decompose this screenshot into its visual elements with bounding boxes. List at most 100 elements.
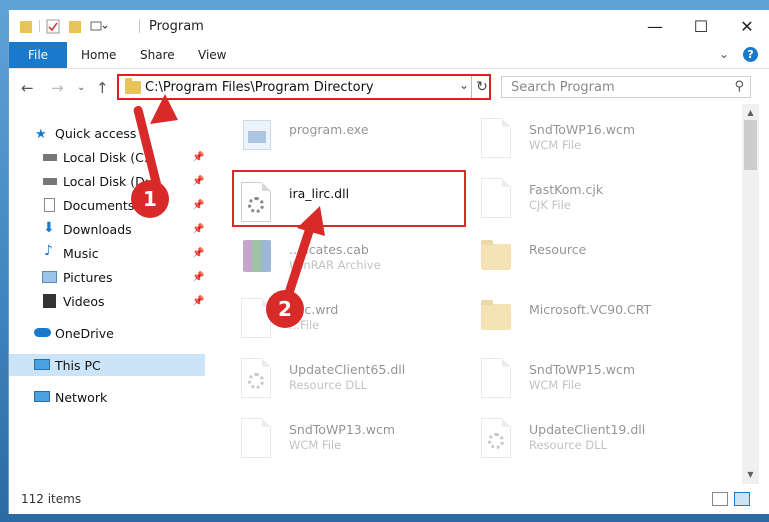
customize-icon[interactable] <box>90 18 108 34</box>
new-folder-icon[interactable] <box>68 18 82 34</box>
quick-access-toolbar <box>19 18 108 34</box>
address-path: C:\Program Files\Program Directory <box>145 80 374 95</box>
folder-icon <box>125 78 141 94</box>
pin-icon[interactable]: 📌 <box>192 176 204 187</box>
nav-label: Pictures <box>63 269 113 285</box>
nav-label: OneDrive <box>55 325 114 341</box>
file-tile[interactable]: SndToWP15.wcm WCM File <box>479 356 719 410</box>
file-name: SndToWP13.wcm <box>289 422 395 437</box>
file-tile[interactable]: UpdateClient19.dll Resource DLL <box>479 416 719 470</box>
file-type: Resource DLL <box>529 438 608 452</box>
properties-icon[interactable] <box>46 18 60 34</box>
file-tile[interactable]: SndToWP16.wcm WCM File <box>479 116 719 170</box>
folder-icon <box>479 296 513 340</box>
search-icon[interactable]: ⚲ <box>734 79 744 94</box>
computer-icon <box>34 359 50 370</box>
nav-downloads[interactable]: ⬇ Downloads 📌 <box>9 218 205 240</box>
rar-icon <box>239 236 273 280</box>
forward-icon[interactable]: → <box>51 79 64 97</box>
dll-icon <box>239 356 273 400</box>
nav-label: Network <box>55 389 108 405</box>
nav-network[interactable]: Network <box>9 386 205 408</box>
nav-local-disk-c[interactable]: Local Disk (C:) 📌 <box>9 146 205 168</box>
file-name: Resource <box>529 242 587 257</box>
file-tile[interactable]: Microsoft.VC90.CRT <box>479 296 719 350</box>
title-separator <box>139 19 140 33</box>
pin-icon[interactable]: 📌 <box>192 296 204 307</box>
vertical-scrollbar[interactable]: ▲ ▼ <box>742 104 759 484</box>
file-tile[interactable]: FastKom.cjk CJK File <box>479 176 719 230</box>
scroll-up-icon[interactable]: ▲ <box>742 106 759 120</box>
large-icons-view-icon[interactable] <box>734 492 750 506</box>
star-icon: ★ <box>35 126 47 142</box>
item-count: 112 items <box>21 492 82 506</box>
highlight-box <box>232 170 466 227</box>
search-placeholder: Search Program <box>511 80 615 95</box>
drive-icon <box>43 154 57 161</box>
recent-locations-icon[interactable]: ⌄ <box>77 82 85 93</box>
file-icon <box>479 176 513 220</box>
file-type: WCM File <box>289 438 342 452</box>
folder-icon <box>479 236 513 280</box>
ribbon: File Home Share View ⌄ ? <box>9 42 769 68</box>
file-type: CJK File <box>529 198 571 212</box>
file-type: WinRAR Archive <box>289 258 381 272</box>
file-tile[interactable]: ...ficates.cab WinRAR Archive <box>239 236 479 290</box>
pin-icon[interactable]: 📌 <box>192 152 204 163</box>
nav-label: Documents <box>63 197 135 213</box>
file-icon <box>479 116 513 160</box>
nav-label: This PC <box>55 357 101 373</box>
downloads-icon: ⬇ <box>43 220 55 236</box>
nav-documents[interactable]: Documents 📌 <box>9 194 205 216</box>
file-tile[interactable]: Resource <box>479 236 719 290</box>
chevron-down-icon[interactable]: ⌄ <box>459 78 469 92</box>
tab-view[interactable]: View <box>198 48 226 62</box>
file-icon <box>239 416 273 460</box>
file-tile[interactable]: UpdateClient65.dll Resource DLL <box>239 356 479 410</box>
scroll-thumb[interactable] <box>744 120 757 170</box>
file-name: SndToWP15.wcm <box>529 362 635 377</box>
help-icon[interactable]: ? <box>743 47 758 62</box>
search-input[interactable]: Search Program ⚲ <box>501 76 751 98</box>
file-name: SndToWP16.wcm <box>529 122 635 137</box>
file-tile[interactable]: SndToWP13.wcm WCM File <box>239 416 479 470</box>
expand-ribbon-icon[interactable]: ⌄ <box>719 47 729 61</box>
nav-onedrive[interactable]: OneDrive <box>9 322 205 344</box>
nav-videos[interactable]: Videos 📌 <box>9 290 205 312</box>
close-button[interactable]: ✕ <box>724 10 769 42</box>
refresh-icon[interactable]: ↻ <box>471 76 492 98</box>
nav-music[interactable]: ♪ Music 📌 <box>9 242 205 264</box>
details-view-icon[interactable] <box>712 492 728 506</box>
nav-local-disk-d[interactable]: Local Disk (D:) 📌 <box>9 170 205 192</box>
scroll-down-icon[interactable]: ▼ <box>742 468 759 482</box>
nav-pictures[interactable]: Pictures 📌 <box>9 266 205 288</box>
pin-icon[interactable]: 📌 <box>192 200 204 211</box>
back-icon[interactable]: ← <box>21 79 34 97</box>
pin-icon[interactable]: 📌 <box>192 224 204 235</box>
window-title: Program <box>149 19 204 34</box>
address-field[interactable]: C:\Program Files\Program Directory ⌄ ↻ <box>117 74 491 100</box>
file-tile[interactable]: program.exe <box>239 116 479 170</box>
maximize-button[interactable]: ☐ <box>678 10 724 42</box>
drive-icon <box>43 178 57 185</box>
file-type: WCM File <box>529 378 582 392</box>
minimize-button[interactable]: — <box>632 10 678 42</box>
nav-label: Downloads <box>63 221 132 237</box>
pin-icon[interactable]: 📌 <box>192 272 204 283</box>
file-tab[interactable]: File <box>9 42 67 68</box>
exe-icon <box>239 116 273 160</box>
nav-label: Videos <box>63 293 105 309</box>
up-icon[interactable]: ↑ <box>96 79 109 97</box>
nav-quick-access[interactable]: ★ Quick access <box>9 122 205 144</box>
cloud-icon <box>34 328 51 337</box>
tab-share[interactable]: Share <box>140 48 175 62</box>
pin-icon[interactable]: 📌 <box>192 248 204 259</box>
file-name: ...ficates.cab <box>289 242 369 257</box>
file-icon <box>479 356 513 400</box>
folder-icon[interactable] <box>19 18 33 34</box>
file-type: Resource DLL <box>289 378 368 392</box>
tab-home[interactable]: Home <box>81 48 116 62</box>
navigation-pane: ★ Quick access Local Disk (C:) 📌 Local D… <box>9 104 205 464</box>
file-name: Microsoft.VC90.CRT <box>529 302 652 317</box>
nav-this-pc[interactable]: This PC <box>9 354 205 376</box>
